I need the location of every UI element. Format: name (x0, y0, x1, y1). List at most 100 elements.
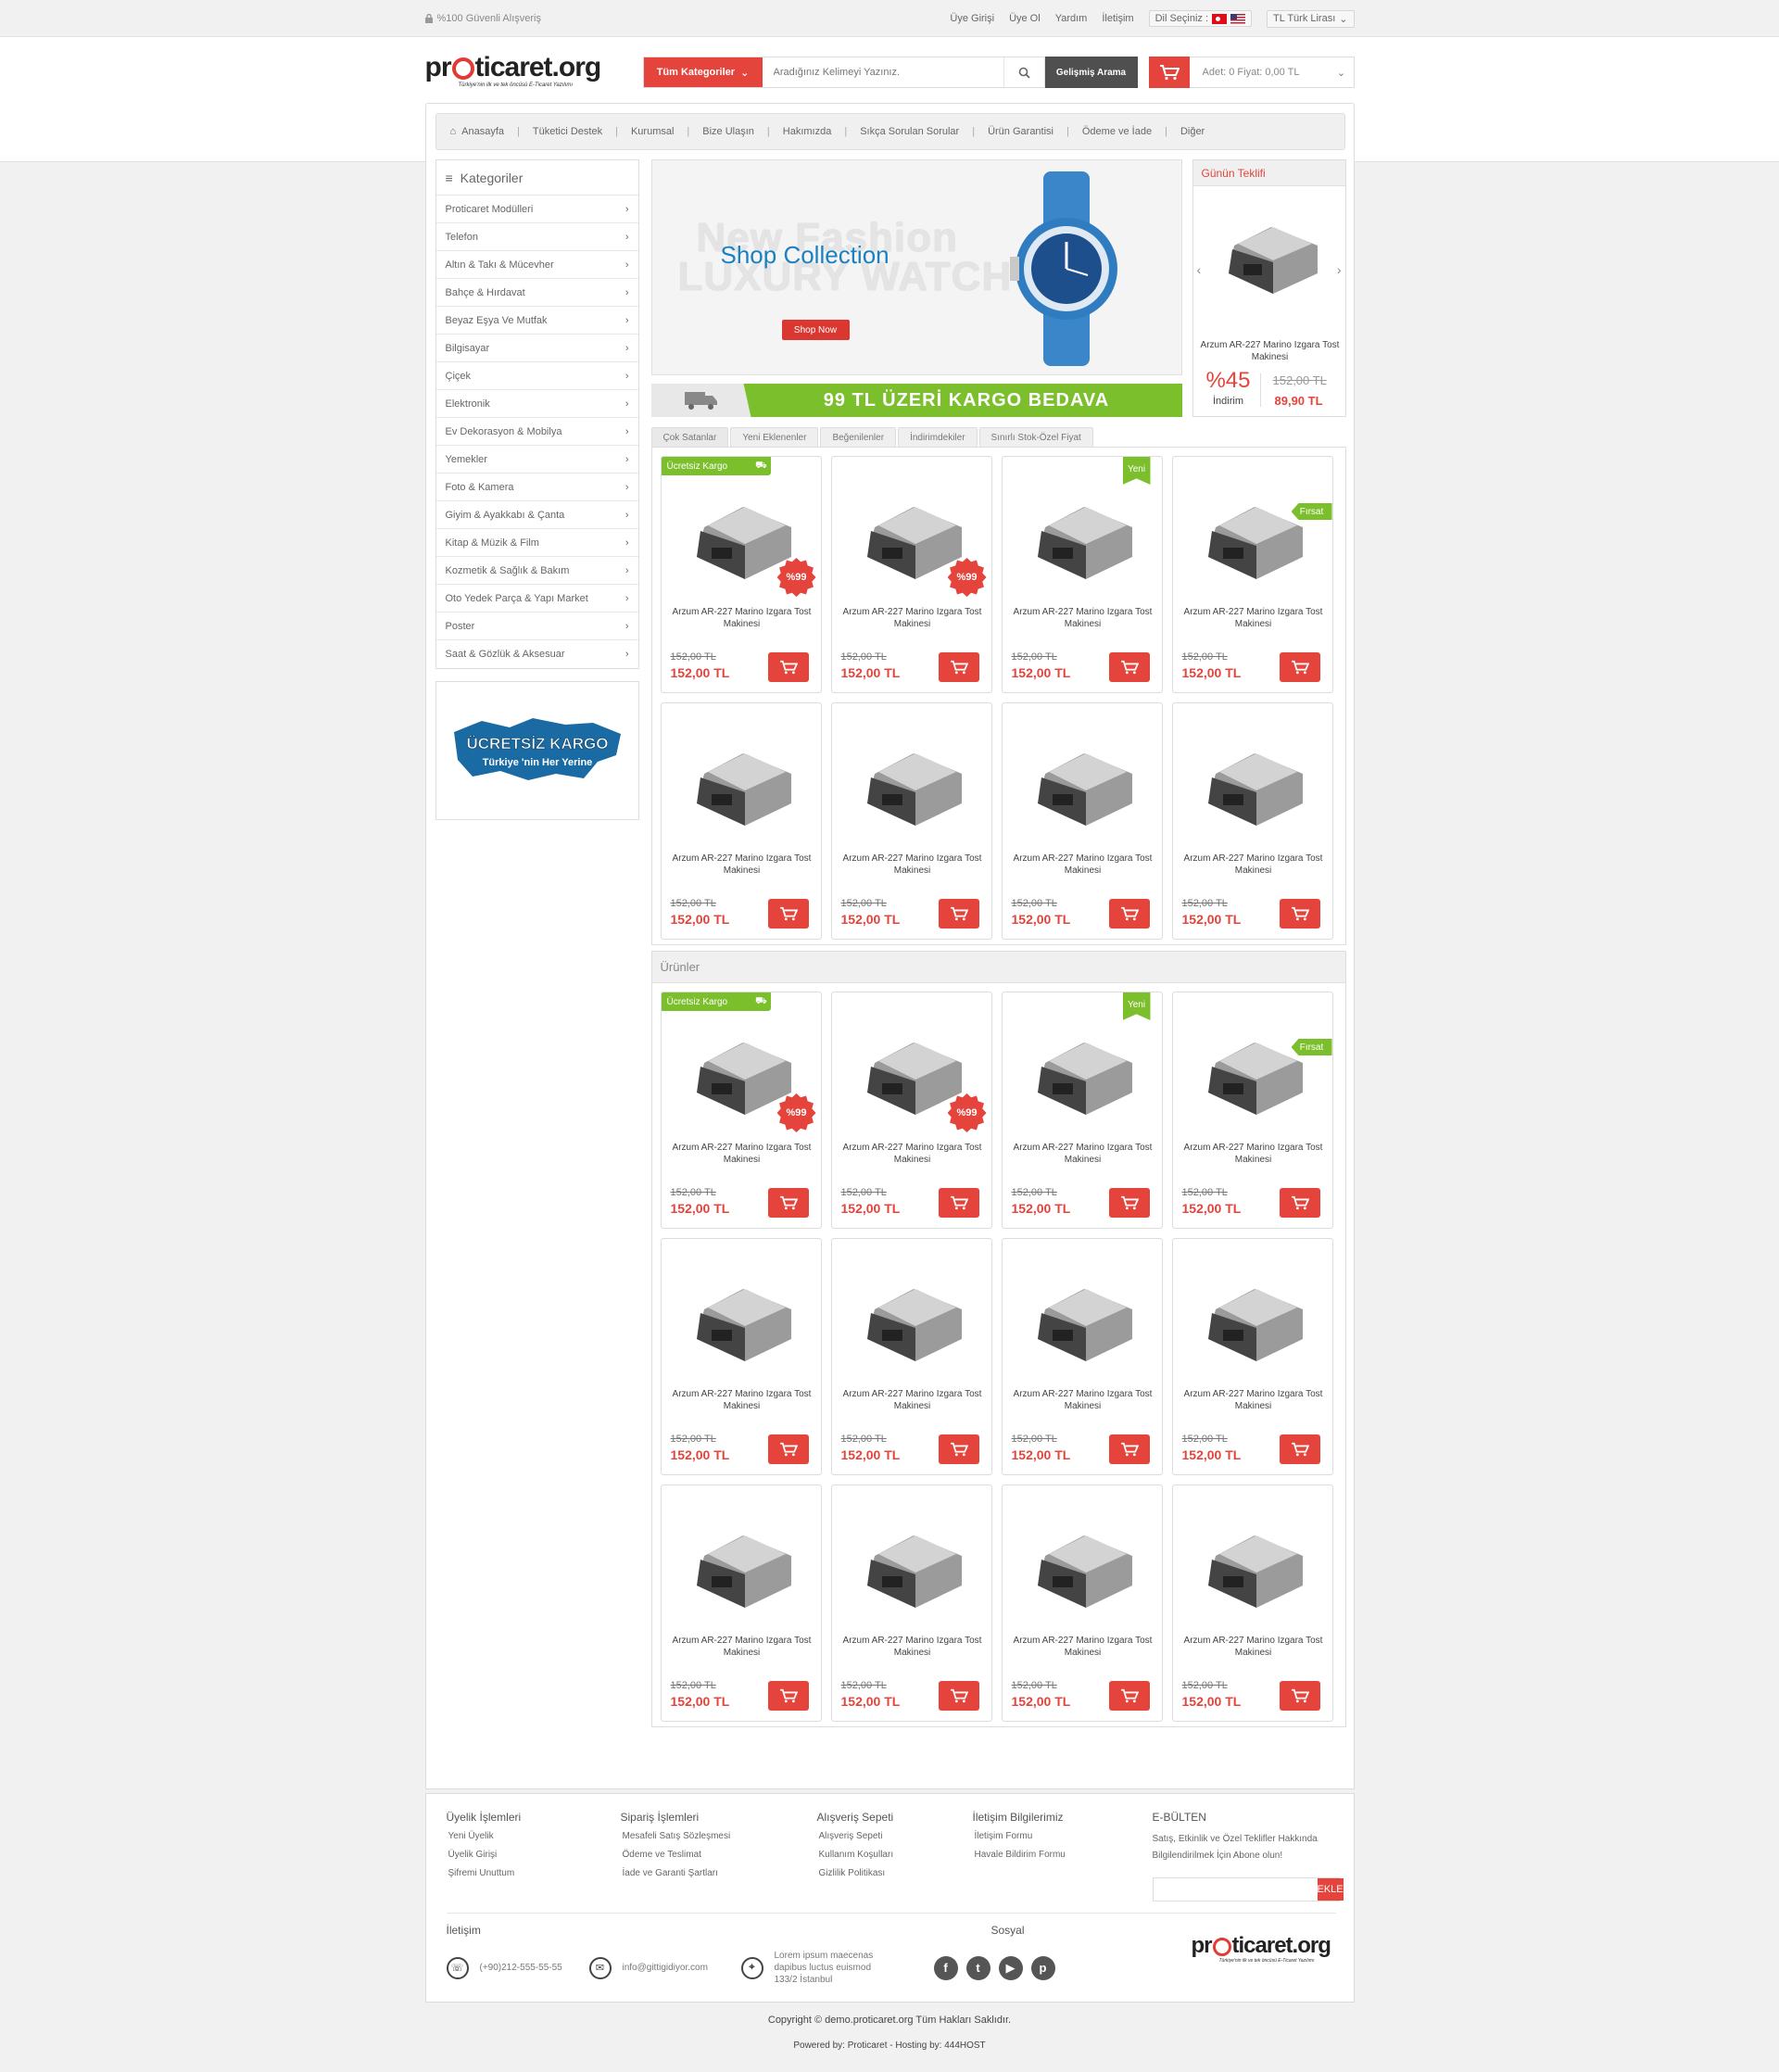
daily-deal-product[interactable]: Arzum AR-227 Marino Izgara Tost Makinesi (1201, 339, 1340, 363)
nav-contact[interactable]: Bize Ulaşın (702, 126, 754, 137)
nav-payment-return[interactable]: Ödeme ve İade (1082, 126, 1152, 137)
tab-liked[interactable]: Beğenilenler (820, 427, 897, 448)
shipping-banner[interactable]: 99 TL ÜZERİ KARGO BEDAVA (650, 384, 1182, 417)
product-card[interactable]: Arzum AR-227 Marino Izgara Tost Makinesi… (1001, 702, 1163, 940)
product-card[interactable]: %99 Arzum AR-227 Marino Izgara Tost Makin… (830, 992, 992, 1229)
category-item[interactable]: Telefon › (435, 223, 638, 251)
category-item[interactable]: Foto & Kamera › (435, 474, 638, 501)
category-item[interactable]: Poster › (435, 613, 638, 640)
footer-link[interactable]: Gizlilik Politikası (817, 1868, 894, 1878)
footer-link[interactable]: Şifremi Unuttum (447, 1868, 522, 1878)
product-name[interactable]: Arzum AR-227 Marino Izgara Tost Makinesi (838, 1388, 988, 1412)
youtube-icon[interactable]: ▶ (998, 1955, 1023, 1980)
add-to-cart-button[interactable] (1108, 1681, 1150, 1711)
shop-now-button[interactable]: Shop Now (781, 320, 850, 340)
currency-selector[interactable]: TL Türk Lirası ⌄ (1267, 9, 1355, 28)
help-link[interactable]: Yardım (1055, 13, 1088, 24)
product-name[interactable]: Arzum AR-227 Marino Izgara Tost Makinesi (1179, 853, 1329, 877)
product-image[interactable] (854, 735, 969, 834)
product-image[interactable] (684, 1270, 799, 1370)
product-image[interactable] (1195, 1024, 1310, 1123)
product-name[interactable]: Arzum AR-227 Marino Izgara Tost Makinesi (667, 1142, 817, 1166)
add-to-cart-button[interactable] (938, 1188, 979, 1218)
category-item[interactable]: Kozmetik & Sağlık & Bakım › (435, 557, 638, 585)
category-item[interactable]: Kitap & Müzik & Film › (435, 529, 638, 557)
login-link[interactable]: Üye Girişi (950, 13, 994, 24)
product-card[interactable]: Arzum AR-227 Marino Izgara Tost Makinesi… (830, 1238, 992, 1475)
register-link[interactable]: Üye Ol (1009, 13, 1041, 24)
cart-button[interactable] (1148, 56, 1190, 88)
product-card[interactable]: Arzum AR-227 Marino Izgara Tost Makinesi… (660, 1238, 822, 1475)
chevron-down-icon[interactable]: ⌄ (1330, 67, 1354, 79)
product-card[interactable]: %99 Arzum AR-227 Marino Izgara Tost Makin… (830, 456, 992, 693)
product-card[interactable]: Arzum AR-227 Marino Izgara Tost Makinesi… (660, 1485, 822, 1722)
product-card[interactable]: Yeni Arzum AR-227 Marino Izgara Tost Maki… (1001, 992, 1163, 1229)
product-card[interactable]: Arzum AR-227 Marino Izgara Tost Makinesi… (1171, 1485, 1333, 1722)
product-name[interactable]: Arzum AR-227 Marino Izgara Tost Makinesi (1179, 1142, 1329, 1166)
category-item[interactable]: Beyaz Eşya Ve Mutfak › (435, 307, 638, 335)
product-name[interactable]: Arzum AR-227 Marino Izgara Tost Makinesi (1179, 1635, 1329, 1659)
hero-slider[interactable]: New Fashion LUXURY WATCH Shop Collection… (650, 159, 1182, 375)
language-selector[interactable]: Dil Seçiniz : (1148, 10, 1253, 27)
search-button[interactable] (1003, 57, 1044, 87)
product-name[interactable]: Arzum AR-227 Marino Izgara Tost Makinesi (667, 853, 817, 877)
product-name[interactable]: Arzum AR-227 Marino Izgara Tost Makinesi (838, 1142, 988, 1166)
daily-deal[interactable]: Günün Teklifi ‹ › Arzum AR-227 Marino Iz… (1192, 159, 1346, 417)
product-card[interactable]: Arzum AR-227 Marino Izgara Tost Makinesi… (830, 702, 992, 940)
product-image[interactable] (854, 1517, 969, 1616)
turkish-flag-icon[interactable] (1212, 13, 1228, 24)
add-to-cart-button[interactable] (1279, 1434, 1320, 1464)
nav-home[interactable]: Anasayfa (461, 126, 504, 137)
category-item[interactable]: Elektronik › (435, 390, 638, 418)
chevron-right-icon[interactable]: › (1337, 262, 1342, 277)
footer-logo[interactable]: pr ticaret.org Türkiye'nin ilk ve tek önc… (1192, 1935, 1331, 1965)
nav-warranty[interactable]: Ürün Garantisi (988, 126, 1054, 137)
search-input[interactable] (762, 57, 1003, 87)
email-address[interactable]: info@gittigidiyor.com (623, 1963, 725, 1973)
product-card[interactable]: Ücretsiz Kargo ⛟ %99 Arzum AR-227 Marino Iz… (660, 456, 822, 693)
add-to-cart-button[interactable] (1108, 1188, 1150, 1218)
newsletter-submit-button[interactable]: EKLE (1317, 1878, 1344, 1901)
footer-link[interactable]: Ödeme ve Teslimat (621, 1850, 731, 1860)
product-card[interactable]: Yeni Arzum AR-227 Marino Izgara Tost Maki… (1001, 456, 1163, 693)
product-card[interactable]: Arzum AR-227 Marino Izgara Tost Makinesi… (1001, 1238, 1163, 1475)
product-card[interactable]: Arzum AR-227 Marino Izgara Tost Makinesi… (660, 702, 822, 940)
free-shipping-ad[interactable]: ÜCRETSİZ KARGO Türkiye 'nin Her Yerine (435, 681, 639, 820)
product-name[interactable]: Arzum AR-227 Marino Izgara Tost Makinesi (1008, 1635, 1158, 1659)
category-item[interactable]: Ev Dekorasyon & Mobilya › (435, 418, 638, 446)
add-to-cart-button[interactable] (767, 652, 809, 682)
product-name[interactable]: Arzum AR-227 Marino Izgara Tost Makinesi (838, 1635, 988, 1659)
add-to-cart-button[interactable] (1108, 652, 1150, 682)
tab-limited-stock[interactable]: Sınırlı Stok-Özel Fiyat (978, 427, 1093, 448)
category-item[interactable]: Bahçe & Hırdavat › (435, 279, 638, 307)
product-name[interactable]: Arzum AR-227 Marino Izgara Tost Makinesi (1008, 1388, 1158, 1412)
category-item[interactable]: Altın & Takı & Mücevher › (435, 251, 638, 279)
product-name[interactable]: Arzum AR-227 Marino Izgara Tost Makinesi (1179, 606, 1329, 630)
add-to-cart-button[interactable] (767, 1681, 809, 1711)
twitter-icon[interactable]: t (965, 1955, 990, 1980)
footer-link[interactable]: Yeni Üyelik (447, 1831, 522, 1841)
add-to-cart-button[interactable] (1279, 1188, 1320, 1218)
add-to-cart-button[interactable] (1279, 1681, 1320, 1711)
tab-discounted[interactable]: İndirimdekiler (898, 427, 978, 448)
footer-link[interactable]: İade ve Garanti Şartları (621, 1868, 731, 1878)
product-card[interactable]: Fırsat Arzum AR-227 Marino Izgara Tost Ma… (1171, 992, 1333, 1229)
chevron-left-icon[interactable]: ‹ (1197, 262, 1202, 277)
product-name[interactable]: Arzum AR-227 Marino Izgara Tost Makinesi (667, 1388, 817, 1412)
footer-link[interactable]: Üyelik Girişi (447, 1850, 522, 1860)
category-item[interactable]: Saat & Gözlük & Aksesuar › (436, 640, 638, 668)
product-image[interactable] (684, 1517, 799, 1616)
category-item[interactable]: Oto Yedek Parça & Yapı Market › (435, 585, 638, 613)
nav-corporate[interactable]: Kurumsal (631, 126, 674, 137)
all-categories-button[interactable]: Tüm Kategoriler ⌄ (643, 57, 763, 87)
add-to-cart-button[interactable] (1108, 1434, 1150, 1464)
product-name[interactable]: Arzum AR-227 Marino Izgara Tost Makinesi (838, 606, 988, 630)
product-image[interactable] (1025, 1517, 1140, 1616)
category-item[interactable]: Çiçek › (435, 362, 638, 390)
add-to-cart-button[interactable] (767, 1434, 809, 1464)
nav-other[interactable]: Diğer (1180, 126, 1205, 137)
category-item[interactable]: Yemekler › (435, 446, 638, 474)
add-to-cart-button[interactable] (938, 899, 979, 929)
product-name[interactable]: Arzum AR-227 Marino Izgara Tost Makinesi (667, 606, 817, 630)
add-to-cart-button[interactable] (1279, 652, 1320, 682)
